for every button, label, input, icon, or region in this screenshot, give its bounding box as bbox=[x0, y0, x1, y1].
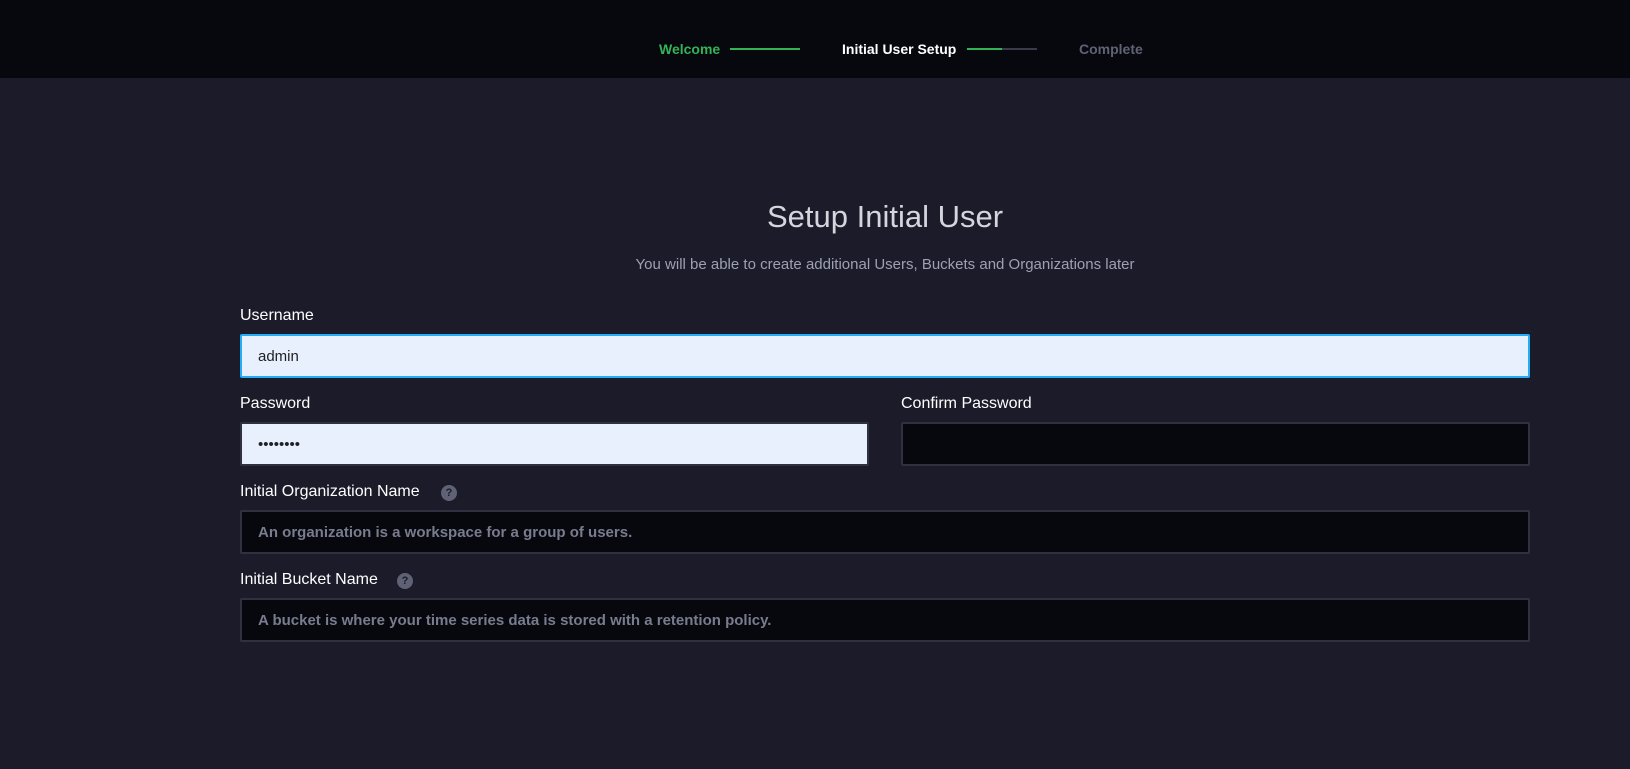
step-initial-user-setup: Initial User Setup bbox=[842, 41, 957, 57]
form-header: Setup Initial User bbox=[240, 197, 1530, 237]
organization-name-input[interactable] bbox=[240, 510, 1530, 554]
username-label: Username bbox=[240, 307, 314, 324]
step-connector-2 bbox=[967, 48, 1037, 50]
confirm-password-input[interactable] bbox=[901, 422, 1530, 466]
step-welcome: Welcome bbox=[659, 41, 721, 57]
bucket-name-label: Initial Bucket Name bbox=[240, 571, 378, 588]
page-subtitle: You will be able to create additional Us… bbox=[635, 256, 1135, 273]
setup-progress-bar: Welcome Initial User Setup Complete bbox=[0, 0, 1630, 78]
question-circle-icon[interactable]: ? bbox=[441, 485, 457, 501]
confirm-password-label: Confirm Password bbox=[901, 395, 1032, 412]
page-title: Setup Initial User bbox=[766, 199, 1004, 234]
bucket-name-input[interactable] bbox=[240, 598, 1530, 642]
step-complete: Complete bbox=[1079, 41, 1143, 57]
question-circle-icon[interactable]: ? bbox=[397, 573, 413, 589]
step-connector-1-fill bbox=[730, 48, 800, 50]
step-connector-2-fill bbox=[967, 48, 1002, 50]
password-label: Password bbox=[240, 395, 311, 412]
organization-name-label: Initial Organization Name bbox=[240, 483, 420, 500]
step-connector-1 bbox=[730, 48, 800, 50]
password-input[interactable] bbox=[240, 422, 869, 466]
username-input[interactable] bbox=[240, 334, 1530, 378]
